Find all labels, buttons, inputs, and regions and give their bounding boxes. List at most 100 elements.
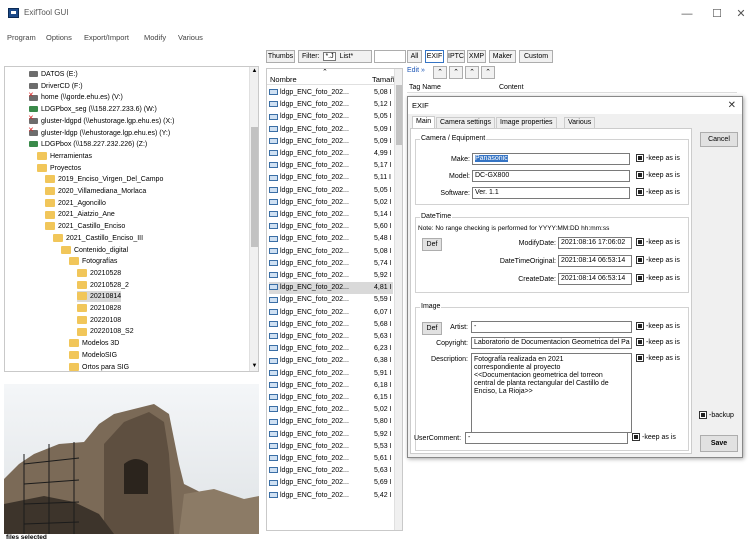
file-row[interactable]: ldgp_ENC_foto_202... 5,08 I — [269, 87, 393, 99]
menu-modify[interactable]: Modify — [144, 33, 166, 42]
minimize-button[interactable]: — — [672, 6, 702, 22]
tree-item[interactable]: Herramientas — [37, 151, 92, 162]
tree-item[interactable]: 2021_Agoncillo — [45, 198, 106, 209]
copyright-keep[interactable]: -keep as is — [636, 338, 680, 348]
file-scroll-thumb[interactable] — [396, 85, 402, 145]
tree-item[interactable]: Contenido_digital — [61, 245, 128, 256]
file-row[interactable]: ldgp_ENC_foto_202... 5,14 I — [269, 209, 393, 221]
file-list[interactable]: Nombre ⌃ Tamaño ldgp_ENC_foto_202... 5,08… — [266, 68, 403, 531]
filter-value[interactable]: *.J — [323, 52, 336, 61]
file-row[interactable]: ldgp_ENC_foto_202... 6,15 I — [269, 392, 393, 404]
tab-image-properties[interactable]: Image properties — [496, 117, 557, 128]
datetimeoriginal-keep[interactable]: -keep as is — [636, 256, 680, 266]
software-keep-checkbox[interactable] — [636, 188, 644, 197]
tree-item[interactable]: Modelos 3D — [69, 338, 119, 349]
datetime-def-button[interactable]: Def — [422, 238, 442, 251]
file-row[interactable]: ldgp_ENC_foto_202... 5,63 I — [269, 465, 393, 477]
tree-item[interactable]: gluster-ldgp (\\ehustorage.lgp.ehu.es) (… — [28, 125, 170, 139]
file-row[interactable]: ldgp_ENC_foto_202... 5,02 I — [269, 197, 393, 209]
file-row[interactable]: ldgp_ENC_foto_202... 5,69 I — [269, 477, 393, 489]
tree-item[interactable]: 2019_Enciso_Virgen_Del_Campo — [45, 174, 163, 185]
file-row[interactable]: ldgp_ENC_foto_202... 4,99 I — [269, 148, 393, 160]
save-button[interactable]: Save — [700, 435, 738, 452]
file-row[interactable]: ldgp_ENC_foto_202... 5,05 I — [269, 185, 393, 197]
image-def-button[interactable]: Def — [422, 322, 442, 335]
tree-item[interactable]: Proyectos — [37, 163, 81, 174]
createdate-field[interactable]: 2021:08:14 06:53:14 — [558, 273, 632, 285]
modifydate-keep-checkbox[interactable] — [636, 238, 644, 247]
file-row[interactable]: ldgp_ENC_foto_202... 5,59 I — [269, 294, 393, 306]
tree-item[interactable]: 20210528 — [77, 268, 121, 279]
tab-all[interactable]: All — [407, 50, 422, 63]
usercomment-field[interactable]: - — [465, 432, 628, 444]
tree-item[interactable]: LDGPbox (\\158.227.232.226) (Z:) — [29, 139, 147, 150]
content-header[interactable]: Content — [499, 84, 524, 91]
file-row[interactable]: ldgp_ENC_foto_202... 5,08 I — [269, 246, 393, 258]
tab-camera-settings[interactable]: Camera settings — [436, 117, 495, 128]
file-row[interactable]: ldgp_ENC_foto_202... 5,74 I — [269, 258, 393, 270]
tab-iptc[interactable]: IPTC — [447, 50, 465, 63]
tab-various[interactable]: Various — [564, 117, 596, 128]
file-row[interactable]: ldgp_ENC_foto_202... 5,02 I — [269, 404, 393, 416]
menu-various[interactable]: Various — [178, 33, 203, 42]
tree-item[interactable]: 20220108 — [77, 315, 121, 326]
description-field[interactable]: Fotografía realizada en 2021 correspondi… — [471, 353, 632, 433]
tree-item[interactable]: LDGPbox_seg (\\158.227.233.6) (W:) — [29, 104, 157, 115]
nav-up-icon[interactable]: ⌃ — [433, 66, 447, 79]
datetimeoriginal-field[interactable]: 2021:08:14 06:53:14 — [558, 255, 632, 267]
software-keep[interactable]: -keep as is — [636, 188, 680, 198]
artist-field[interactable]: - — [471, 321, 632, 333]
file-row[interactable]: ldgp_ENC_foto_202... 5,92 I — [269, 270, 393, 282]
menu-options[interactable]: Options — [46, 33, 72, 42]
filter-box[interactable]: Filter: *.J List* — [298, 50, 372, 63]
tree-item[interactable]: 20210828 — [77, 303, 121, 314]
modifydate-keep[interactable]: -keep as is — [636, 238, 680, 248]
tree-item[interactable]: 2021_Aiatzio_Ane — [45, 209, 115, 220]
dialog-close-icon[interactable]: ✕ — [728, 97, 736, 114]
file-row[interactable]: ldgp_ENC_foto_202... 5,61 I — [269, 453, 393, 465]
artist-keep[interactable]: -keep as is — [636, 322, 680, 332]
file-row[interactable]: ldgp_ENC_foto_202... 5,68 I — [269, 319, 393, 331]
column-name[interactable]: Nombre — [270, 75, 297, 84]
file-row[interactable]: ldgp_ENC_foto_202... 5,42 I — [269, 490, 393, 502]
model-keep[interactable]: -keep as is — [636, 171, 680, 181]
make-keep-checkbox[interactable] — [636, 154, 644, 163]
file-scrollbar[interactable] — [394, 69, 402, 530]
folder-tree[interactable]: ▲ ▼ DATOS (E:) DriverCD (F:) home (\\gorde… — [4, 66, 259, 372]
file-row[interactable]: ldgp_ENC_foto_202... 5,17 I — [269, 160, 393, 172]
copyright-keep-checkbox[interactable] — [636, 338, 644, 347]
file-row[interactable]: ldgp_ENC_foto_202... 5,53 I — [269, 441, 393, 453]
tag-name-header[interactable]: Tag Name — [409, 84, 441, 91]
file-row[interactable]: ldgp_ENC_foto_202... 6,38 I — [269, 355, 393, 367]
tree-scroll-thumb[interactable] — [251, 127, 258, 247]
file-row[interactable]: ldgp_ENC_foto_202... 6,18 I — [269, 380, 393, 392]
backup-checkbox[interactable] — [699, 411, 707, 420]
make-keep[interactable]: -keep as is — [636, 154, 680, 164]
scroll-up-icon[interactable]: ▲ — [250, 67, 258, 76]
menu-program[interactable]: Program — [7, 33, 36, 42]
description-keep-checkbox[interactable] — [636, 354, 644, 363]
model-field[interactable]: DC-GX800 — [472, 170, 630, 182]
file-row[interactable]: ldgp_ENC_foto_202... 5,80 I — [269, 416, 393, 428]
artist-keep-checkbox[interactable] — [636, 322, 644, 331]
tree-item[interactable]: Fotografías — [69, 256, 117, 267]
filter-input[interactable] — [374, 50, 406, 63]
close-button[interactable]: ✕ — [726, 6, 753, 22]
menu-export-import[interactable]: Export/Import — [84, 33, 129, 42]
tab-exif[interactable]: EXIF — [425, 50, 444, 63]
file-row[interactable]: ldgp_ENC_foto_202... 5,09 I — [269, 136, 393, 148]
thumbs-button[interactable]: Thumbs — [266, 50, 295, 63]
tree-item[interactable]: Ortos para SIG — [69, 362, 129, 372]
tree-item[interactable]: gluster-ldgpd (\\ehustorage.lgp.ehu.es) … — [28, 113, 174, 127]
software-field[interactable]: Ver. 1.1 — [472, 187, 630, 199]
tree-item[interactable]: DATOS (E:) — [29, 69, 78, 80]
model-keep-checkbox[interactable] — [636, 171, 644, 180]
tree-item[interactable]: home (\\gorde.ehu.es) (V:) — [28, 90, 123, 103]
tab-xmp[interactable]: XMP — [467, 50, 486, 63]
file-row[interactable]: ldgp_ENC_foto_202... 5,05 I — [269, 111, 393, 123]
file-row[interactable]: ldgp_ENC_foto_202... 5,11 I — [269, 172, 393, 184]
column-size[interactable]: Tamaño — [372, 75, 395, 84]
file-row[interactable]: ldgp_ENC_foto_202... 6,23 I — [269, 343, 393, 355]
tree-item[interactable]: 20220108_S2 — [77, 326, 134, 337]
createdate-keep-checkbox[interactable] — [636, 274, 644, 283]
